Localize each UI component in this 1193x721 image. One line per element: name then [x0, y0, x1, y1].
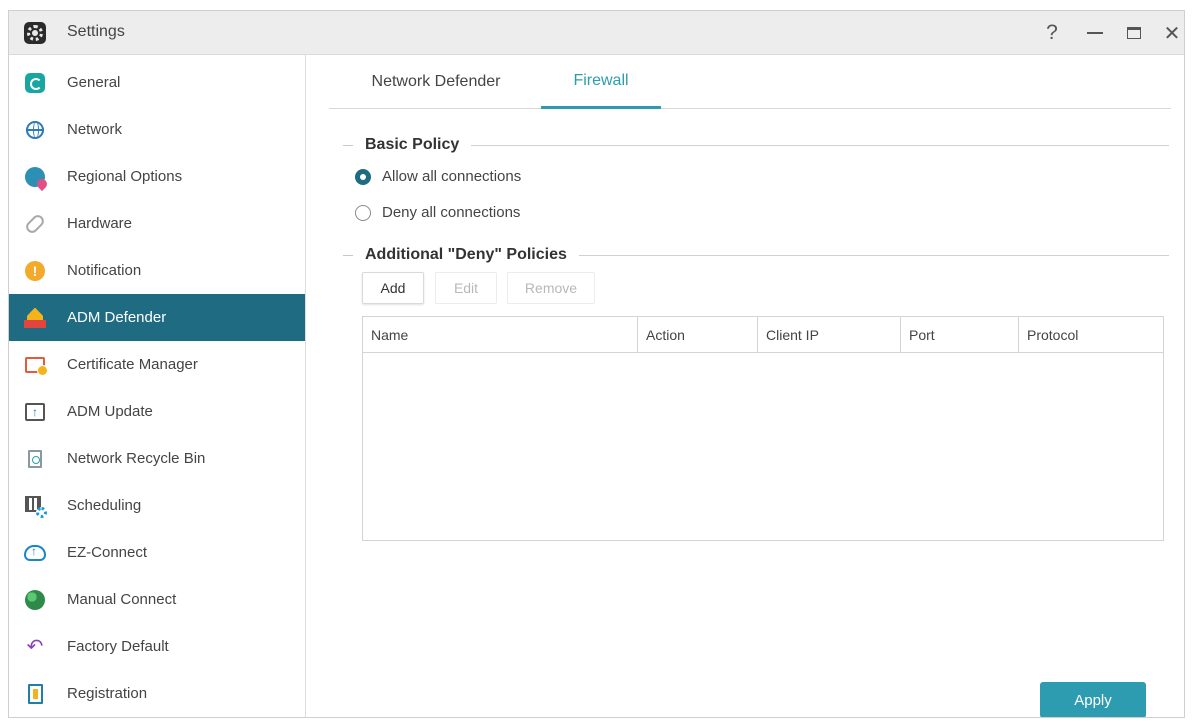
title-bar[interactable]: Settings ? ✕ — [9, 11, 1184, 55]
sidebar-item-label: Factory Default — [67, 638, 169, 655]
tab-bar: Network Defender Firewall — [329, 55, 1171, 109]
close-icon: ✕ — [1163, 22, 1181, 45]
column-header-action[interactable]: Action — [638, 317, 758, 353]
close-button[interactable]: ✕ — [1159, 20, 1184, 46]
deny-policies-table: Name Action Client IP Port Protocol — [362, 316, 1164, 541]
sidebar-item-label: Scheduling — [67, 497, 142, 514]
radio-checked-icon — [355, 168, 371, 185]
tab-network-defender[interactable]: Network Defender — [347, 55, 525, 109]
column-header-protocol[interactable]: Protocol — [1019, 317, 1163, 353]
sidebar-item-label: Notification — [67, 262, 142, 279]
general-icon — [24, 72, 46, 94]
globe-icon — [24, 119, 46, 141]
undo-arrow-icon: ↶ — [26, 635, 44, 658]
sidebar-item-general[interactable]: General — [9, 59, 305, 106]
sidebar-item-label: Hardware — [67, 215, 133, 232]
sidebar-item-registration[interactable]: Registration — [9, 670, 305, 717]
sidebar-item-adm-defender[interactable]: ADM Defender — [9, 294, 305, 341]
help-icon: ? — [1046, 21, 1058, 44]
sidebar-item-network[interactable]: Network — [9, 106, 305, 153]
remove-button[interactable]: Remove — [507, 272, 595, 304]
sidebar-item-label: ADM Defender — [67, 309, 167, 326]
tab-firewall[interactable]: Firewall — [541, 55, 661, 109]
additional-policies-header: Additional "Deny" Policies — [343, 245, 1169, 265]
planet-icon — [24, 589, 46, 611]
sidebar-item-regional-options[interactable]: Regional Options — [9, 153, 305, 200]
sidebar-item-label: Network — [67, 121, 123, 138]
sidebar-item-manual-connect[interactable]: Manual Connect — [9, 576, 305, 623]
sidebar-item-label: Regional Options — [67, 168, 183, 185]
sidebar-item-label: Registration — [67, 685, 148, 702]
sidebar-item-factory-default[interactable]: ↶ Factory Default — [9, 623, 305, 670]
window-title: Settings — [67, 23, 125, 40]
deny-all-label: Deny all connections — [382, 204, 521, 221]
deny-all-radio[interactable]: Deny all connections — [355, 204, 520, 221]
maximize-button[interactable] — [1121, 20, 1147, 46]
maximize-icon — [1127, 27, 1141, 39]
sidebar-item-adm-update[interactable]: ↑ ADM Update — [9, 388, 305, 435]
sidebar-item-scheduling[interactable]: Scheduling — [9, 482, 305, 529]
basic-policy-header: Basic Policy — [343, 135, 1169, 155]
add-button[interactable]: Add — [362, 272, 424, 304]
radio-unchecked-icon — [355, 204, 371, 221]
sidebar-item-label: Manual Connect — [67, 591, 177, 608]
sidebar-item-label: General — [67, 74, 121, 91]
column-header-client-ip[interactable]: Client IP — [758, 317, 901, 353]
minimize-icon — [1087, 32, 1103, 34]
settings-gear-icon — [24, 22, 46, 44]
certificate-icon — [24, 354, 48, 376]
column-header-name[interactable]: Name — [363, 317, 638, 353]
recycle-bin-icon — [24, 448, 46, 470]
sidebar-item-label: EZ-Connect — [67, 544, 148, 561]
sidebar-item-label: Certificate Manager — [67, 356, 198, 373]
sidebar-item-notification[interactable]: ! Notification — [9, 247, 305, 294]
edit-button[interactable]: Edit — [435, 272, 497, 304]
basic-policy-title: Basic Policy — [365, 136, 460, 153]
apply-button[interactable]: Apply — [1040, 682, 1146, 717]
settings-window: Settings ? ✕ General Network Regional Op… — [8, 10, 1185, 718]
sidebar: General Network Regional Options Hardwar… — [9, 55, 306, 717]
upload-monitor-icon: ↑ — [24, 401, 46, 423]
minimize-button[interactable] — [1082, 20, 1108, 46]
column-header-port[interactable]: Port — [901, 317, 1019, 353]
sidebar-item-certificate-manager[interactable]: Certificate Manager — [9, 341, 305, 388]
schedule-gear-icon — [24, 495, 47, 518]
sidebar-item-label: ADM Update — [67, 403, 153, 420]
cloud-upload-icon — [24, 542, 46, 564]
exclamation-circle-icon: ! — [24, 260, 46, 282]
sidebar-item-ez-connect[interactable]: EZ-Connect — [9, 529, 305, 576]
regional-globe-pin-icon — [24, 166, 46, 188]
sidebar-item-hardware[interactable]: Hardware — [9, 200, 305, 247]
allow-all-label: Allow all connections — [382, 168, 522, 185]
help-button[interactable]: ? — [1039, 20, 1065, 46]
shield-firewall-icon — [24, 307, 46, 329]
allow-all-radio[interactable]: Allow all connections — [355, 168, 521, 185]
table-header: Name Action Client IP Port Protocol — [363, 317, 1163, 353]
additional-policies-title: Additional "Deny" Policies — [365, 246, 567, 263]
hardware-link-icon — [23, 212, 47, 235]
sidebar-item-label: Network Recycle Bin — [67, 450, 206, 467]
sidebar-item-network-recycle-bin[interactable]: Network Recycle Bin — [9, 435, 305, 482]
clipboard-icon — [24, 683, 46, 705]
main-panel: Network Defender Firewall Basic Policy A… — [307, 55, 1184, 717]
